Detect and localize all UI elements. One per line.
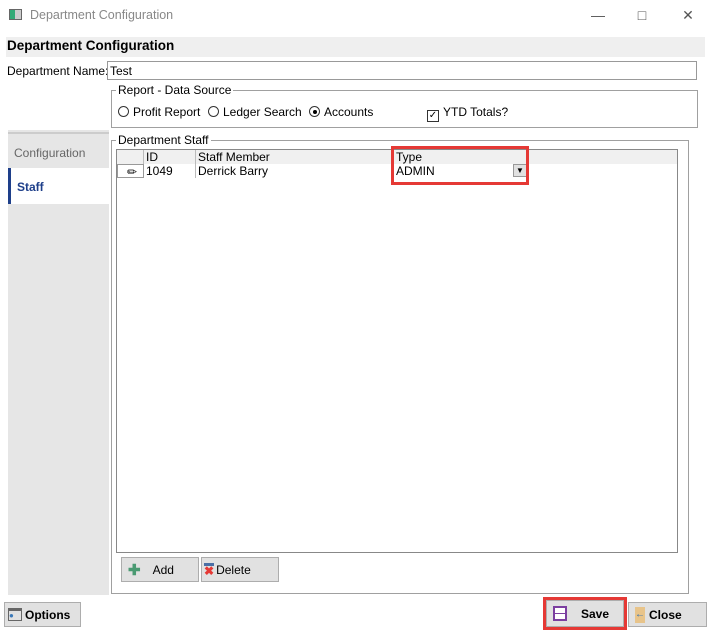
radio-label: Profit Report (133, 105, 201, 119)
page-title: Department Configuration (6, 37, 705, 57)
radio-icon (208, 106, 219, 117)
radio-ledger-search[interactable]: Ledger Search (208, 105, 302, 119)
column-header-staff-member[interactable]: Staff Member (196, 150, 394, 164)
save-label: Save (581, 606, 610, 621)
maximize-button[interactable]: □ (627, 4, 657, 26)
options-label: Options (25, 607, 71, 622)
add-button[interactable]: ✚ Add (121, 557, 199, 582)
dept-name-label: Department Name: (7, 64, 109, 78)
exit-door-icon: ← (635, 606, 645, 623)
minimize-button[interactable]: — (583, 4, 613, 26)
checkmark-icon: ✓ (427, 110, 439, 122)
radio-profit-report[interactable]: Profit Report (118, 105, 200, 119)
save-button[interactable]: Save (546, 600, 624, 627)
save-icon (553, 606, 567, 621)
staff-legend: Department Staff (116, 133, 211, 147)
close-button[interactable]: ← Close (628, 602, 707, 627)
report-data-source-group: Report - Data Source Profit Report Ledge… (111, 83, 698, 128)
cell-id[interactable]: 1049 (144, 164, 196, 178)
delete-button[interactable]: ✖ Delete (201, 557, 279, 582)
radio-selected-icon (309, 106, 320, 117)
delete-label: Delete (216, 562, 251, 577)
plus-icon: ✚ (128, 561, 141, 579)
window-title: Department Configuration (30, 8, 174, 22)
report-legend: Report - Data Source (116, 83, 234, 97)
title-bar: Department Configuration — □ ✕ (0, 0, 710, 30)
options-icon: ● (8, 608, 22, 621)
tab-staff[interactable]: Staff (8, 168, 109, 204)
column-header-id[interactable]: ID (144, 150, 196, 164)
staff-grid: ID Staff Member Type ✏ 1049 Derrick Barr… (116, 149, 678, 553)
radio-label: Ledger Search (223, 105, 302, 119)
app-icon (9, 9, 22, 20)
dept-name-input[interactable]: Test (107, 61, 697, 80)
pencil-icon: ✏ (117, 164, 144, 179)
add-label: Add (152, 562, 174, 577)
ytd-totals-checkbox[interactable]: ✓ YTD Totals? (427, 105, 508, 122)
close-label: Close (649, 607, 682, 622)
row-selector-header (117, 150, 144, 164)
options-button[interactable]: ● Options (4, 602, 81, 627)
radio-label: Accounts (324, 105, 374, 119)
radio-icon (118, 106, 129, 117)
type-highlight (391, 146, 529, 185)
checkbox-label: YTD Totals? (443, 105, 509, 119)
side-tabs: Configuration Staff (8, 130, 109, 595)
radio-accounts[interactable]: Accounts (309, 105, 373, 119)
cell-staff-member[interactable]: Derrick Barry (196, 164, 394, 178)
close-window-button[interactable]: ✕ (673, 4, 703, 26)
tab-configuration[interactable]: Configuration (8, 132, 109, 168)
delete-icon: ✖ (204, 563, 215, 578)
